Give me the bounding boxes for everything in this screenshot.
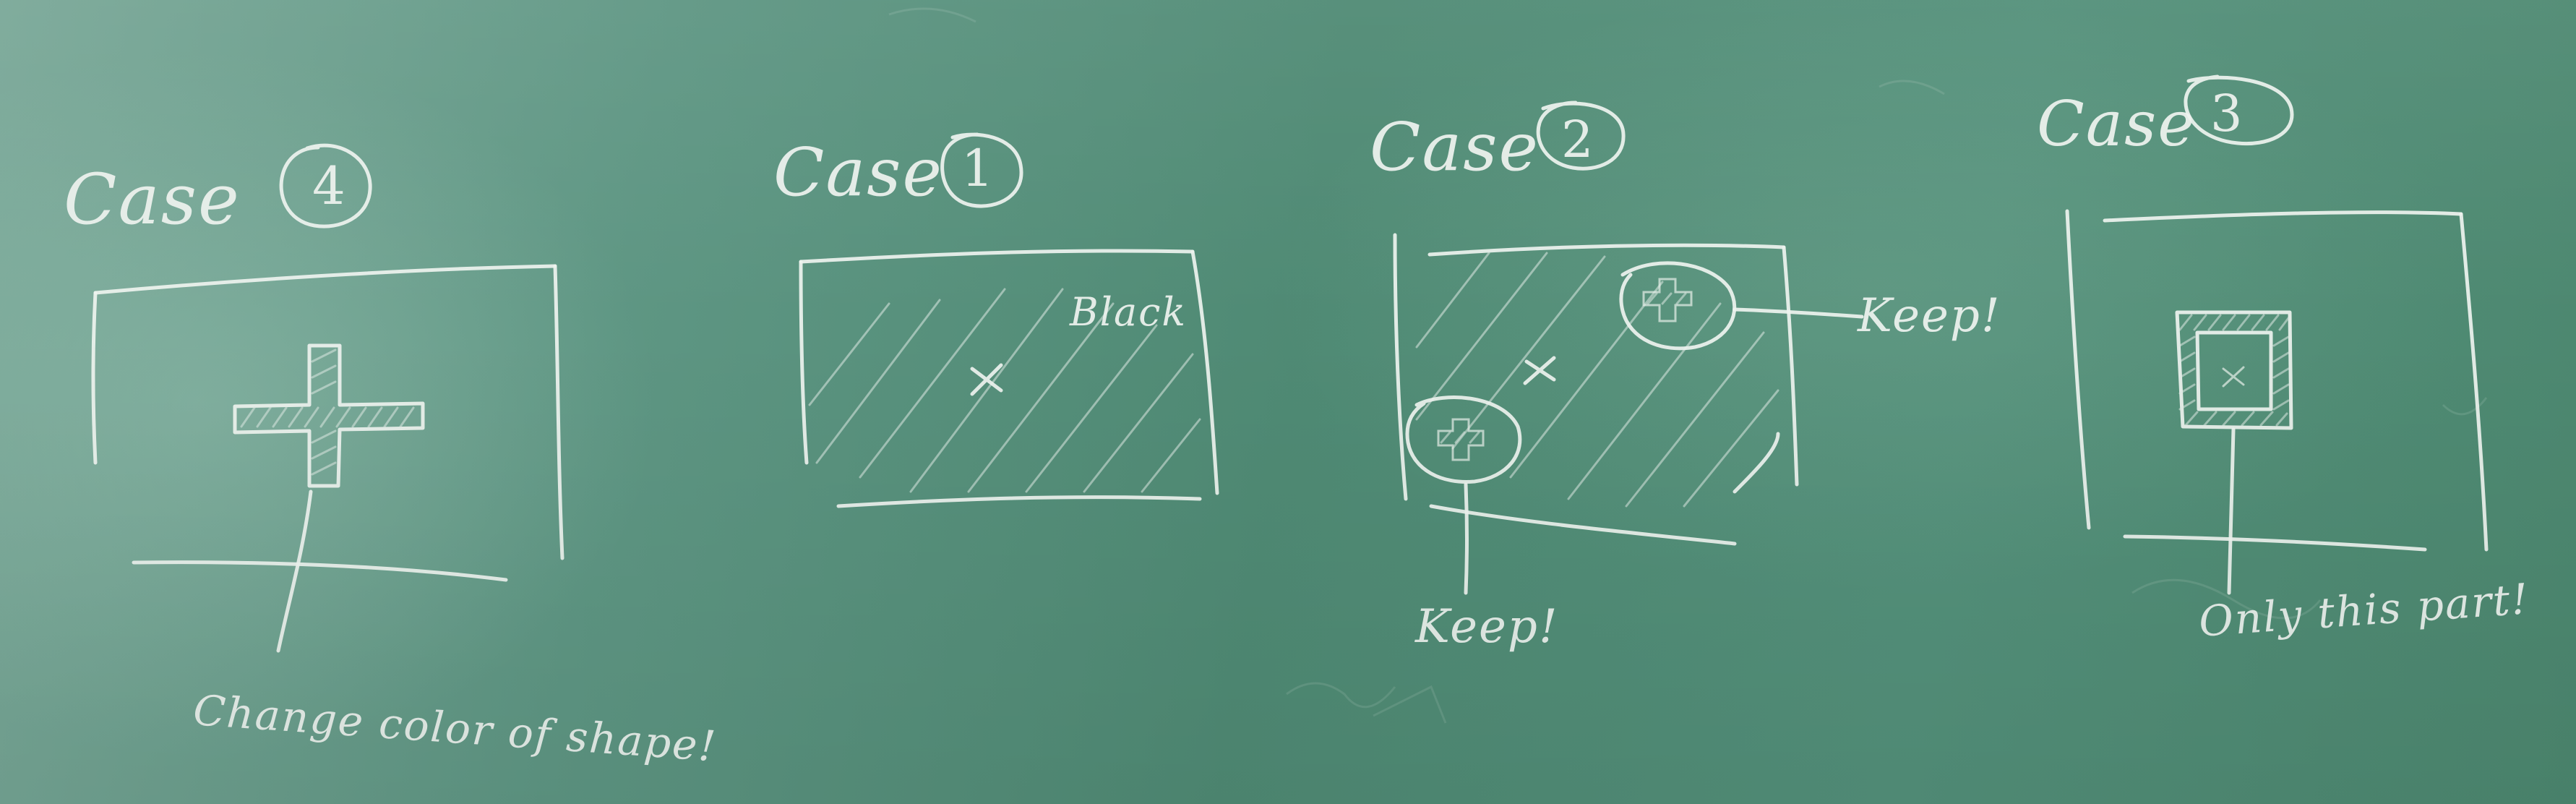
case-3-frame [2065,209,2489,595]
chalkboard: Case 4 Change color of shape! Case 1 Bla… [0,0,2576,804]
